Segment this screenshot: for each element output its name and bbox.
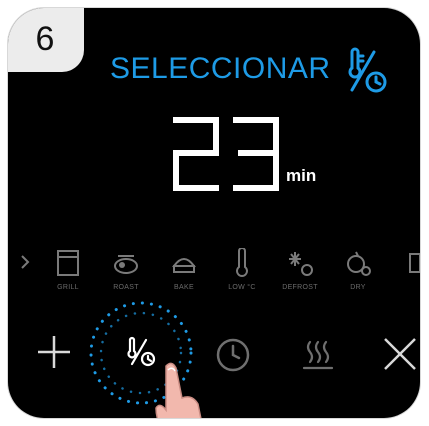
step-number: 6 [35,19,55,58]
mode-label: DEFROST [282,284,318,291]
plus-button[interactable] [36,334,72,370]
mode-item-dry[interactable]: DRY [328,248,388,308]
grill-icon [57,250,79,276]
step-number-badge: 6 [8,8,84,72]
mode-item-low-temp[interactable]: LOW °C [212,248,272,308]
timer-unit: min [286,166,317,185]
clock-icon [216,338,250,372]
plus-icon [38,336,70,368]
cooking-mode-bar: GRILL ROAST BAKE LOW °C DEFROST DRY [8,248,420,308]
mode-item-partial-right[interactable] [386,248,420,308]
partial-mode-icon [409,253,420,273]
dry-icon [347,251,371,276]
clock-button[interactable] [214,336,252,374]
mode-label: ROAST [113,284,139,291]
close-icon [384,338,416,370]
instruction-title: SELECCIONAR [110,52,331,85]
keep-warm-button[interactable] [298,336,338,374]
low-temp-icon [236,248,248,277]
timer-display [168,114,288,196]
thermo-timer-icon [338,46,390,96]
mode-label: LOW °C [228,284,256,291]
mode-item-defrost[interactable]: DEFROST [270,248,330,308]
mode-label: DRY [350,284,366,291]
control-panel: 6 SELECCIONAR min GRILL ROAST BAKE LOW °… [8,8,420,418]
close-button[interactable] [382,336,418,372]
pointing-finger [150,360,206,418]
keep-warm-icon [302,340,334,370]
mode-label: BAKE [174,284,194,291]
partial-mode-icon [21,255,30,269]
bake-icon [172,258,196,273]
roast-icon [114,255,138,274]
defrost-icon [289,252,313,276]
mode-label: GRILL [57,284,79,291]
